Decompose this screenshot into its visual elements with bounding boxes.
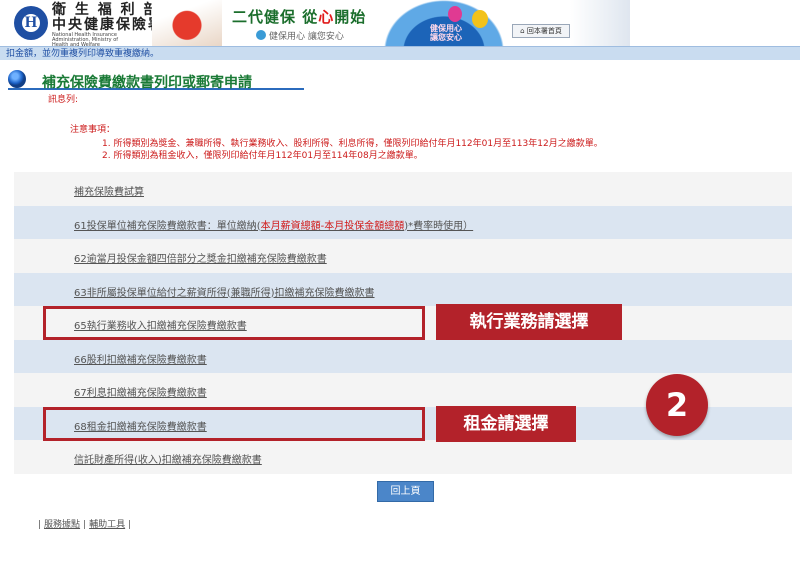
- globe-slogan-2: 讓您安心: [430, 33, 462, 42]
- link-trust-property[interactable]: 信託財產所得(收入)扣繳補充保險費繳款書: [74, 451, 262, 466]
- footer-links: | 服務據點 | 輔助工具 |: [38, 520, 132, 530]
- link-premium-calculator[interactable]: 補充保險費試算: [74, 183, 144, 198]
- home-button[interactable]: ⌂ 回本署首頁: [512, 24, 570, 38]
- slogan-subtitle-text: 健保用心 讓您安心: [269, 32, 344, 42]
- banner-fade: [570, 0, 630, 46]
- home-button-label: 回本署首頁: [526, 27, 562, 35]
- slogan-part-b: 開始: [334, 8, 367, 26]
- org-name-line2: 中央健康保險署: [52, 17, 164, 33]
- title-bullet-icon: [8, 70, 26, 88]
- link-form-61-highlight: 本月薪資總額-本月投保金額總額: [260, 220, 405, 232]
- link-form-67[interactable]: 67利息扣繳補充保險費繳款書: [74, 384, 207, 399]
- link-form-61-a: 61投保單位補充保險費繳款書：單位繳納(: [74, 220, 261, 232]
- highlight-box-rent: [43, 407, 425, 441]
- nhi-logo-mark: H: [24, 14, 38, 31]
- title-row: 補充保險費繳款書列印或郵寄申請: [0, 66, 800, 91]
- header-banner: H 衛 生 福 利 部 中央健康保險署 National Health Insu…: [0, 0, 800, 46]
- step-number-badge: 2: [646, 374, 708, 436]
- list-item: 61投保單位補充保險費繳款書：單位繳納(本月薪資總額-本月投保金額總額)*費率時…: [14, 205, 792, 239]
- org-name: 衛 生 福 利 部 中央健康保險署: [52, 3, 164, 33]
- footer-link-accessibility-tools[interactable]: 輔助工具: [89, 520, 125, 530]
- link-form-61[interactable]: 61投保單位補充保險費繳款書：單位繳納(本月薪資總額-本月投保金額總額)*費率時…: [74, 217, 473, 232]
- link-form-62[interactable]: 62逾當月投保金額四倍部分之獎金扣繳補充保險費繳款書: [74, 250, 327, 265]
- marquee-notice: 扣金額，並勿重複列印導致重複繳納。: [0, 46, 800, 60]
- link-form-66[interactable]: 66股利扣繳補充保險費繳款書: [74, 351, 207, 366]
- list-item: 信託財產所得(收入)扣繳補充保險費繳款書: [14, 440, 792, 474]
- page-title: 補充保險費繳款書列印或郵寄申請: [42, 75, 252, 91]
- org-name-line1: 衛 生 福 利 部: [52, 2, 160, 18]
- slogan-heart: 心: [318, 8, 335, 26]
- list-item: 62逾當月投保金額四倍部分之獎金扣繳補充保險費繳款書: [14, 239, 792, 273]
- globe-slogan: 健保用心 讓您安心: [430, 24, 462, 42]
- footer-link-service-points[interactable]: 服務據點: [44, 520, 80, 530]
- slogan-subtitle: 健保用心 讓您安心: [256, 29, 344, 42]
- slogan-part-a: 二代健保 從: [232, 8, 319, 26]
- balloon-icon: [472, 10, 488, 28]
- callout-rent: 租金請選擇: [436, 406, 576, 442]
- slogan: 二代健保 從心開始: [232, 6, 366, 27]
- org-name-en: National Health Insurance Administration…: [52, 32, 119, 47]
- highlight-box-business: [43, 306, 425, 340]
- balloon-icon: [448, 6, 462, 22]
- back-button[interactable]: 回上頁: [377, 481, 434, 502]
- list-item: 63非所屬投保單位給付之薪資所得(兼職所得)扣繳補充保險費繳款書: [14, 272, 792, 306]
- notice-line-2: 2. 所得類別為租金收入，僅限列印給付年月112年01月至114年08月之繳款單…: [102, 151, 423, 161]
- notice-title: 注意事項：: [70, 125, 116, 135]
- message-label: 訊息列:: [48, 95, 79, 105]
- family-icon: [256, 30, 266, 40]
- list-item: 補充保險費試算: [14, 172, 792, 206]
- heart-hands-image: [152, 0, 222, 46]
- link-form-63[interactable]: 63非所屬投保單位給付之薪資所得(兼職所得)扣繳補充保險費繳款書: [74, 284, 375, 299]
- callout-business: 執行業務請選擇: [436, 304, 622, 340]
- list-item: 66股利扣繳補充保險費繳款書: [14, 339, 792, 373]
- globe-slogan-1: 健保用心: [430, 24, 462, 33]
- link-form-61-b: )*費率時使用）: [404, 220, 474, 232]
